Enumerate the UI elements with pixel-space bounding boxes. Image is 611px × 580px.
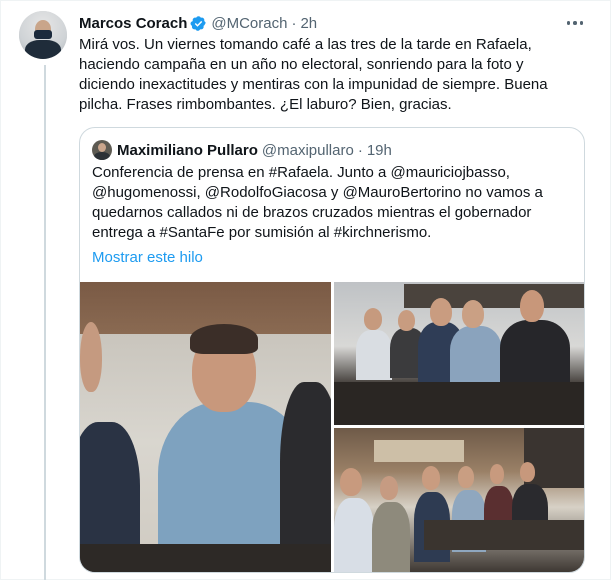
quoted-tweet-timestamp[interactable]: 19h xyxy=(367,142,392,159)
show-thread-link[interactable]: Mostrar este hilo xyxy=(92,249,203,266)
author-handle[interactable]: @MCorach xyxy=(211,15,287,32)
tweet-header: Marcos Corach @MCorach · 2h xyxy=(79,13,317,33)
tweet-timestamp[interactable]: 2h xyxy=(300,15,317,32)
thread-line xyxy=(44,65,46,580)
separator-dot: · xyxy=(357,141,363,159)
press-conference-photo-3[interactable] xyxy=(334,428,584,572)
more-options-icon[interactable] xyxy=(564,13,586,33)
quoted-author-handle[interactable]: @maxipullaro xyxy=(262,142,354,159)
quoted-tweet-header: Maximiliano Pullaro @maxipullaro · 19h xyxy=(92,139,392,161)
quoted-tweet-text: Conferencia de prensa en #Rafaela. Junto… xyxy=(92,164,543,241)
author-avatar[interactable] xyxy=(19,11,67,59)
author-name[interactable]: Marcos Corach xyxy=(79,15,187,32)
press-conference-photo-main[interactable] xyxy=(80,282,331,572)
separator-dot: · xyxy=(291,14,297,32)
press-conference-photo-2[interactable] xyxy=(334,282,584,425)
quoted-author-avatar[interactable] xyxy=(92,140,112,160)
tweet-text: Mirá vos. Un viernes tomando café a las … xyxy=(79,36,548,113)
quoted-author-name[interactable]: Maximiliano Pullaro xyxy=(117,142,258,159)
media-grid xyxy=(80,282,584,572)
quoted-tweet[interactable]: Maximiliano Pullaro @maxipullaro · 19h C… xyxy=(79,127,585,573)
verified-badge-icon xyxy=(190,15,207,32)
tweet[interactable]: Marcos Corach @MCorach · 2h Mirá vos. Un… xyxy=(0,0,611,580)
